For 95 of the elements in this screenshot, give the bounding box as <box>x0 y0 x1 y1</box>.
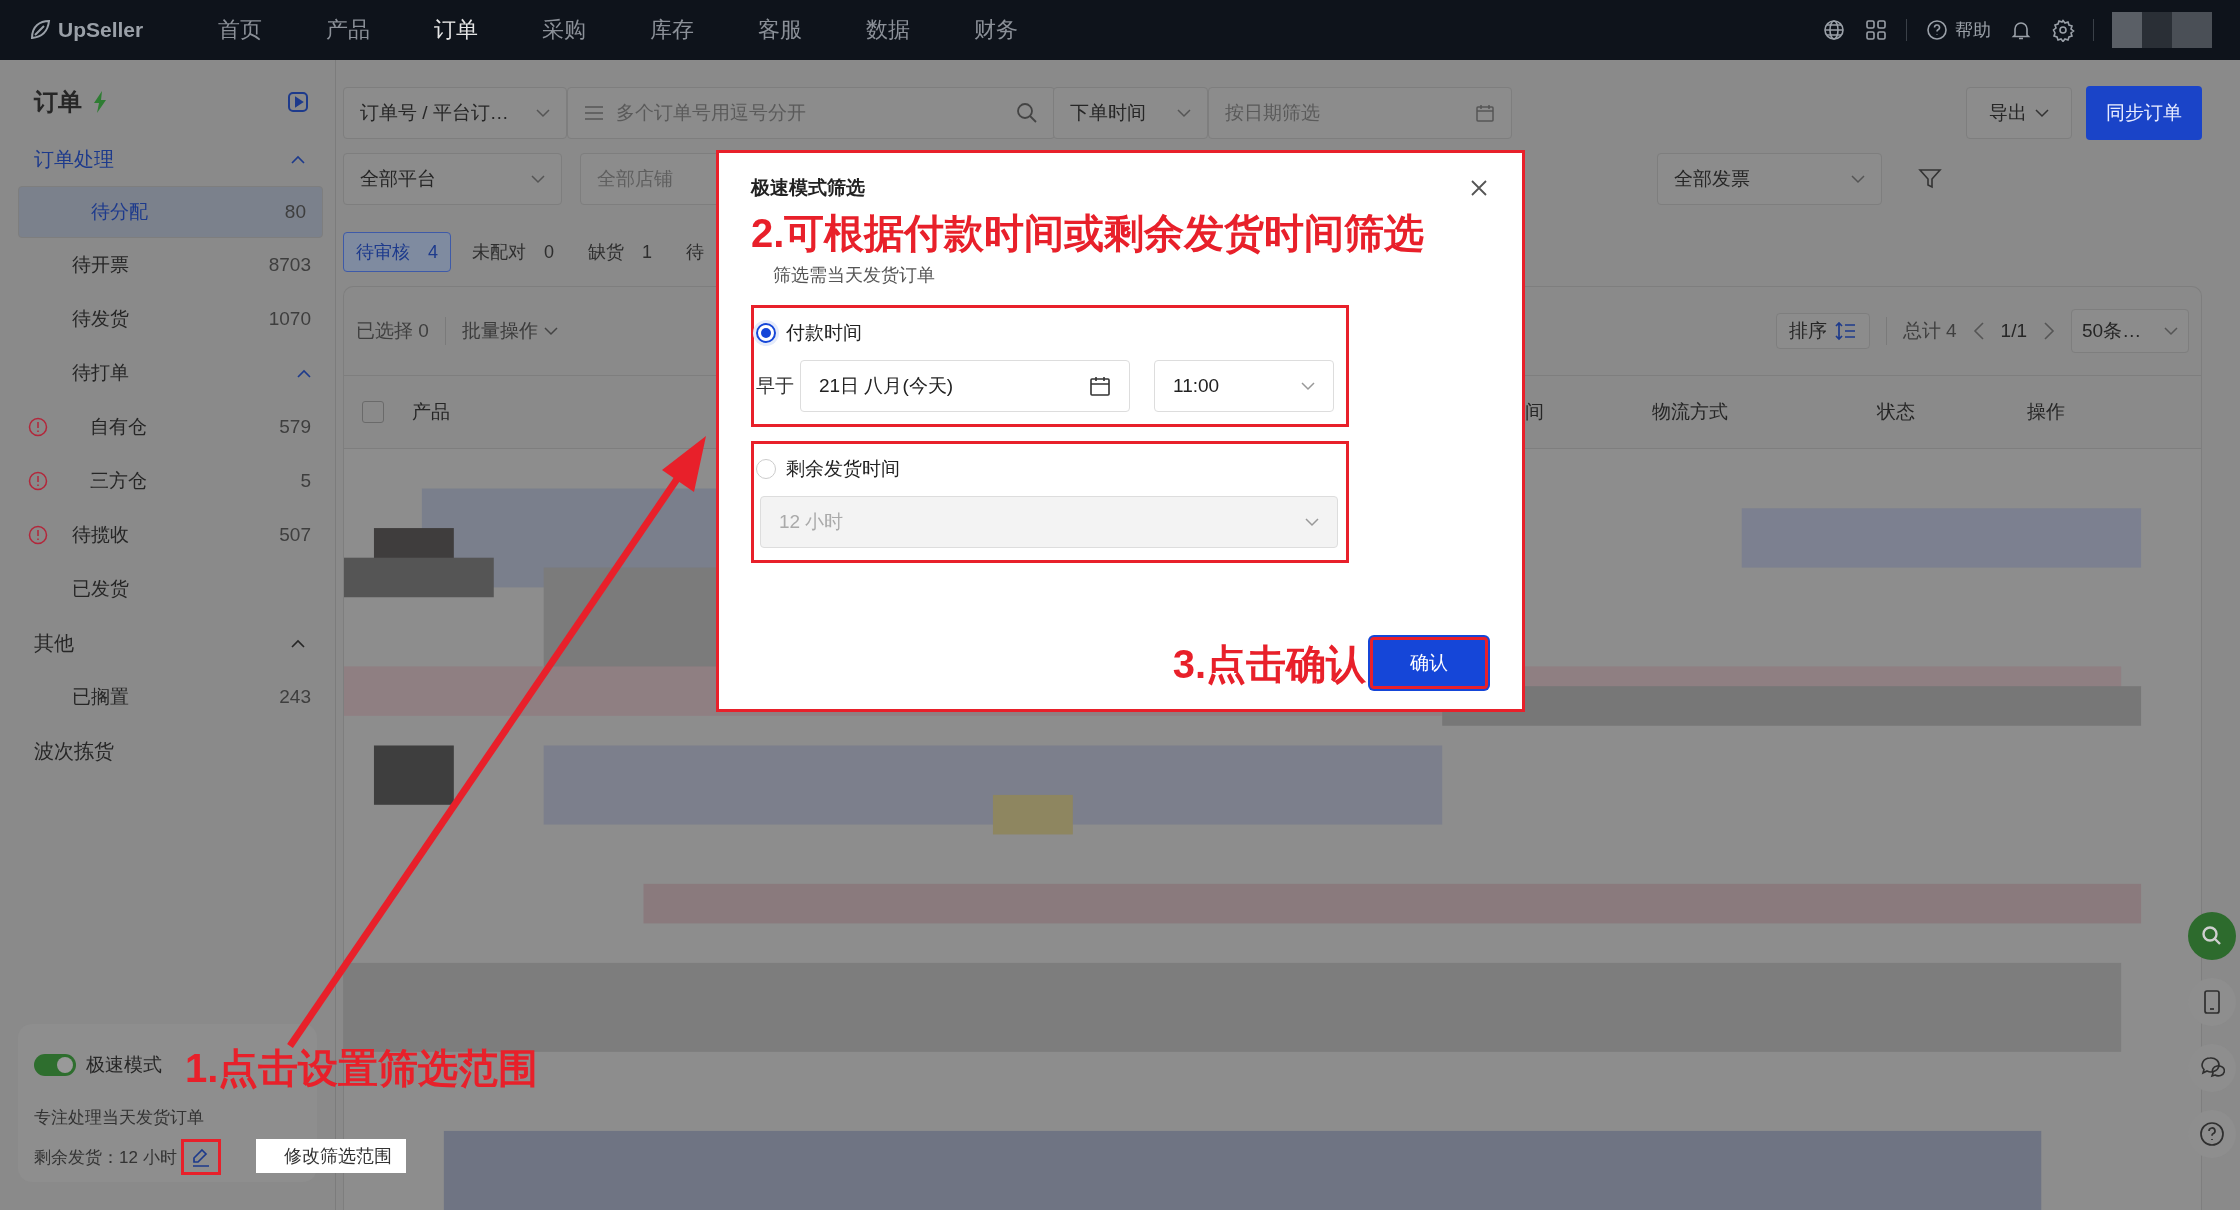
previous-page-icon[interactable] <box>1972 321 1985 341</box>
warning-icon <box>28 417 48 437</box>
nav-menu-item[interactable]: 产品 <box>326 15 434 45</box>
radio-button[interactable] <box>756 323 776 343</box>
chevron-icon <box>543 326 558 336</box>
radio-label: 剩余发货时间 <box>786 457 900 481</box>
confirm-button[interactable]: 确认 <box>1370 637 1488 689</box>
column-header: 操作 <box>2027 400 2065 424</box>
shipping-setting: 剩余发货：12 小时 <box>34 1146 177 1169</box>
annotation-text: 1.点击设置筛选范围 <box>185 1045 539 1092</box>
search-icon[interactable] <box>1016 102 1038 124</box>
account-avatar[interactable] <box>2112 12 2212 48</box>
sidebar-title: 订单 <box>34 87 82 117</box>
column-header: 间 <box>1525 400 1545 424</box>
sync-orders-button[interactable]: 同步订单 <box>2086 86 2202 140</box>
sidebar-item[interactable]: 已发货 <box>18 562 323 616</box>
chevron-icon <box>1177 108 1191 118</box>
nav-menu-item[interactable]: 订单 <box>434 15 542 45</box>
sort-icon <box>1834 321 1857 341</box>
play-icon[interactable] <box>287 91 309 113</box>
sidebar-item[interactable]: 待开票 8703 <box>18 238 323 292</box>
sidebar-group[interactable]: 波次拣货 <box>0 724 335 778</box>
chevron-icon <box>1851 174 1865 184</box>
logo-text: UpSeller <box>58 18 144 42</box>
column-header: 物流方式 <box>1652 400 1729 424</box>
column-header: 状态 <box>1877 400 1916 424</box>
help-link[interactable]: 帮助 <box>1955 18 1991 42</box>
date-field[interactable]: 21日 八月(今天) <box>800 360 1130 412</box>
selected-count: 已选择 0 <box>356 319 429 343</box>
nav-menu-item[interactable]: 数据 <box>866 15 974 45</box>
sort-button[interactable]: 排序 <box>1775 313 1870 349</box>
sidebar-item[interactable]: 待发货 1070 <box>18 292 323 346</box>
next-page-icon[interactable] <box>2043 321 2055 341</box>
sidebar-item[interactable]: 待揽收 507 <box>18 508 323 562</box>
search-type-select[interactable]: 订单号 / 平台订… <box>343 87 567 139</box>
field-label: 早于 <box>756 374 794 398</box>
tooltip: 修改筛选范围 <box>256 1139 406 1173</box>
radio-label: 付款时间 <box>786 321 862 345</box>
nav-menu-item[interactable]: 库存 <box>650 15 758 45</box>
annotation-text: 2.可根据付款时间或剩余发货时间筛选 <box>751 210 1426 257</box>
help-icon <box>2199 1121 2225 1147</box>
chat-icon <box>2199 1056 2225 1080</box>
nav-menu-item[interactable]: 首页 <box>218 15 326 45</box>
nav-menu-item[interactable]: 财务 <box>974 15 1082 45</box>
phone-icon <box>2201 989 2223 1015</box>
grid-icon[interactable] <box>1864 18 1888 42</box>
sidebar-item[interactable]: 三方仓 5 <box>18 454 323 508</box>
status-tab[interactable]: 待 <box>673 232 718 272</box>
edit-button[interactable] <box>180 1139 221 1175</box>
invoice-select[interactable]: 全部发票 <box>1657 153 1882 205</box>
chevron-icon <box>1301 381 1315 391</box>
filter-icon[interactable] <box>1918 167 1942 191</box>
warning-icon <box>28 471 48 491</box>
warning-icon <box>28 525 48 545</box>
sidebar-item[interactable]: 已搁置 243 <box>18 670 323 724</box>
batch-actions-menu[interactable]: 批量操作 <box>461 318 558 344</box>
speed-mode-toggle[interactable] <box>34 1054 76 1076</box>
sidebar-item[interactable]: 待打单 <box>18 346 323 400</box>
chevron-icon <box>2035 108 2049 118</box>
sidebar-item[interactable]: 自有仓 579 <box>18 400 323 454</box>
list-icon <box>584 105 604 121</box>
page-indicator: 1/1 <box>2000 320 2027 342</box>
sidebar-group[interactable]: 订单处理 <box>0 132 335 186</box>
lightning-icon <box>92 91 108 113</box>
calendar-icon <box>1089 375 1111 397</box>
sidebar-item[interactable]: 待分配 80 <box>18 186 323 238</box>
search-button[interactable] <box>2188 912 2236 960</box>
globe-icon[interactable] <box>1822 18 1846 42</box>
close-icon[interactable] <box>1470 179 1488 197</box>
logo-icon <box>28 18 52 42</box>
dialog-subtitle: 筛选需当天发货订单 <box>773 264 936 287</box>
total-count: 总计 4 <box>1902 319 1957 343</box>
status-tab[interactable]: 缺货 1 <box>575 232 666 272</box>
annotation-text: 3.点击确认 <box>1172 641 1366 688</box>
status-tab[interactable]: 未配对 0 <box>459 232 568 272</box>
column-header: 产品 <box>412 400 451 424</box>
speed-mode-description: 专注处理当天发货订单 <box>34 1107 205 1129</box>
page-size-select[interactable]: 50条… <box>2071 309 2189 353</box>
chevron-icon <box>1305 517 1319 527</box>
chevron-icon <box>531 174 545 184</box>
export-button[interactable]: 导出 <box>1966 87 2072 139</box>
chevron-icon <box>536 108 550 118</box>
nav-menu-item[interactable]: 采购 <box>542 15 650 45</box>
platform-select[interactable]: 全部平台 <box>343 153 562 205</box>
speed-mode-label: 极速模式 <box>86 1053 162 1077</box>
time-select[interactable]: 11:00 <box>1154 360 1334 412</box>
chevron-icon <box>2164 326 2178 336</box>
sidebar-group[interactable]: 其他 <box>0 616 335 670</box>
calendar-icon <box>1475 103 1495 123</box>
date-type-select[interactable]: 下单时间 <box>1053 87 1208 139</box>
status-tab[interactable]: 待审核 4 <box>343 232 451 272</box>
settings-icon[interactable] <box>2051 18 2075 42</box>
nav-menu-item[interactable]: 客服 <box>758 15 866 45</box>
help-icon[interactable] <box>1925 18 1949 42</box>
select-all-checkbox[interactable] <box>362 401 384 423</box>
